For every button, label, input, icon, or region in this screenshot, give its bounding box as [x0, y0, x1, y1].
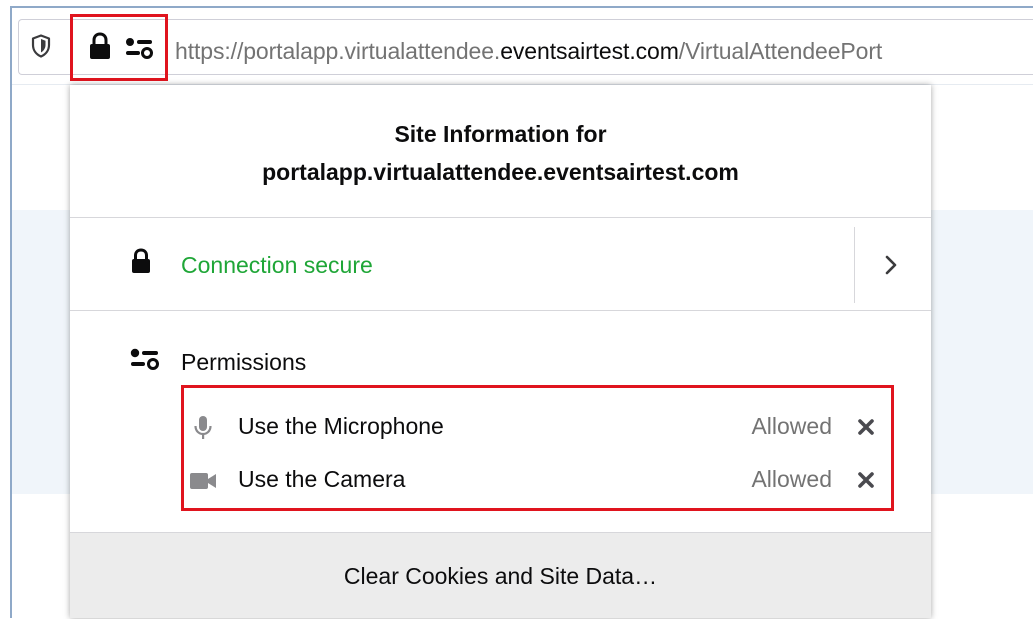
row-divider	[854, 227, 855, 303]
chevron-right-icon[interactable]	[882, 251, 900, 279]
permissions-icon	[130, 348, 159, 370]
shield-icon[interactable]	[31, 34, 51, 58]
site-information-panel: Site Information for portalapp.virtualat…	[70, 85, 931, 618]
panel-host: portalapp.virtualattendee.eventsairtest.…	[262, 159, 739, 185]
panel-footer: Clear Cookies and Site Data…	[70, 532, 931, 618]
permissions-heading: Permissions	[181, 349, 307, 375]
connection-status-label: Connection secure	[181, 252, 373, 278]
panel-header: Site Information for portalapp.virtualat…	[70, 85, 931, 218]
clear-cookies-button[interactable]: Clear Cookies and Site Data…	[70, 533, 931, 619]
lock-icon	[132, 248, 150, 273]
connection-security-row[interactable]: Connection secure	[70, 218, 931, 311]
permissions-highlight	[181, 385, 894, 511]
site-identity-highlight	[70, 14, 168, 81]
url-text[interactable]: https://portalapp.virtualattendee.events…	[175, 38, 882, 65]
panel-title: Site Information for	[394, 121, 607, 147]
